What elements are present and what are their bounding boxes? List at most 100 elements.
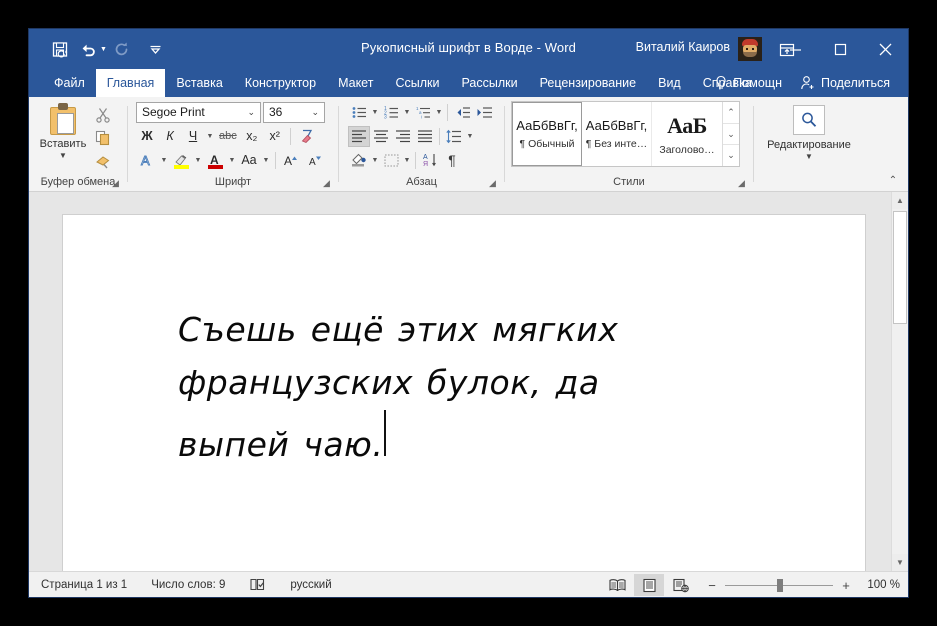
- bold-button[interactable]: Ж: [136, 126, 158, 147]
- zoom-thumb[interactable]: [777, 578, 783, 592]
- status-page[interactable]: Страница 1 из 1: [29, 579, 139, 591]
- tab-home[interactable]: Главная: [95, 69, 166, 97]
- justify-icon[interactable]: [414, 126, 436, 147]
- account-name[interactable]: Виталий Каиров: [636, 40, 730, 54]
- chevron-down-icon[interactable]: ⌄: [244, 107, 258, 118]
- paragraph-dialog-launcher[interactable]: ◢: [489, 178, 500, 189]
- document-page[interactable]: Съешь ещё этих мягких французских булок,…: [62, 214, 866, 571]
- paste-button[interactable]: Вставить ▼: [35, 101, 91, 160]
- tab-review[interactable]: Рецензирование: [529, 69, 648, 97]
- customize-qat-icon[interactable]: [143, 36, 169, 62]
- underline-button[interactable]: Ч: [182, 126, 204, 147]
- change-case-dropdown-icon[interactable]: ▼: [261, 157, 271, 164]
- align-right-icon[interactable]: [392, 126, 414, 147]
- subscript-button[interactable]: x₂: [241, 126, 263, 147]
- highlight-dropdown-icon[interactable]: ▼: [193, 157, 203, 164]
- shrink-font-icon[interactable]: A: [304, 150, 327, 171]
- document-text[interactable]: Съешь ещё этих мягких французских булок,…: [178, 303, 825, 471]
- superscript-button[interactable]: x²: [264, 126, 286, 147]
- multilevel-dropdown-icon[interactable]: ▼: [434, 109, 444, 116]
- style-item-heading1[interactable]: АаБ Заголово…: [652, 102, 722, 166]
- font-dialog-launcher[interactable]: ◢: [323, 178, 334, 189]
- tab-layout[interactable]: Макет: [327, 69, 384, 97]
- vertical-scrollbar[interactable]: ▲ ▼: [891, 192, 908, 571]
- font-name-combo[interactable]: Segoe Print ⌄: [136, 101, 261, 123]
- tab-view[interactable]: Вид: [647, 69, 692, 97]
- numbering-icon[interactable]: 1 2 3: [380, 102, 402, 123]
- borders-dropdown-icon[interactable]: ▼: [402, 157, 412, 164]
- font-color-icon[interactable]: A: [204, 150, 226, 171]
- shading-dropdown-icon[interactable]: ▼: [370, 157, 380, 164]
- save-icon[interactable]: [47, 36, 73, 62]
- tab-design[interactable]: Конструктор: [234, 69, 327, 97]
- tab-file[interactable]: Файл: [43, 69, 96, 97]
- font-color-dropdown-icon[interactable]: ▼: [227, 157, 237, 164]
- style-item-normal[interactable]: АаБбВвГг, ¶ Обычный: [512, 102, 582, 166]
- change-case-button[interactable]: Aa: [238, 150, 260, 171]
- status-language[interactable]: русский: [278, 579, 343, 591]
- zoom-track[interactable]: [725, 578, 833, 592]
- styles-scroll-up-icon[interactable]: ⌃: [723, 102, 739, 124]
- text-effects-dropdown-icon[interactable]: ▼: [159, 157, 169, 164]
- sort-icon[interactable]: А Я: [419, 150, 441, 171]
- undo-dropdown-icon[interactable]: ▼: [100, 46, 107, 53]
- show-formatting-marks-icon[interactable]: ¶: [441, 150, 463, 171]
- tab-references[interactable]: Ссылки: [384, 69, 450, 97]
- minimize-button[interactable]: [773, 29, 818, 69]
- tell-me-search[interactable]: Помощн: [706, 75, 790, 91]
- undo-icon[interactable]: [75, 36, 101, 62]
- line-spacing-icon[interactable]: [443, 126, 465, 147]
- avatar[interactable]: [738, 37, 762, 61]
- scroll-down-icon[interactable]: ▼: [892, 554, 908, 571]
- clipboard-dialog-launcher[interactable]: ◢: [112, 178, 123, 189]
- maximize-button[interactable]: [818, 29, 863, 69]
- paste-dropdown-icon[interactable]: ▼: [59, 152, 67, 160]
- highlight-color-icon[interactable]: [170, 150, 192, 171]
- strikethrough-button[interactable]: abc: [216, 126, 240, 147]
- scroll-up-icon[interactable]: ▲: [892, 192, 908, 209]
- read-mode-view-icon[interactable]: [602, 574, 632, 596]
- styles-dialog-launcher[interactable]: ◢: [738, 178, 749, 189]
- align-left-icon[interactable]: [348, 125, 370, 147]
- zoom-out-button[interactable]: −: [706, 578, 718, 593]
- multilevel-list-icon[interactable]: 1 a i: [412, 102, 434, 123]
- zoom-slider[interactable]: − +: [706, 578, 852, 593]
- format-painter-icon[interactable]: [91, 150, 115, 172]
- borders-icon[interactable]: [380, 150, 402, 171]
- numbering-dropdown-icon[interactable]: ▼: [402, 109, 412, 116]
- increase-indent-icon[interactable]: [473, 102, 495, 123]
- svg-text:3: 3: [384, 114, 387, 119]
- scrollbar-thumb[interactable]: [893, 211, 907, 324]
- share-button[interactable]: Поделиться: [792, 75, 898, 91]
- italic-button[interactable]: К: [159, 126, 181, 147]
- decrease-indent-icon[interactable]: [451, 102, 473, 123]
- grow-font-icon[interactable]: A: [280, 150, 303, 171]
- zoom-level[interactable]: 100 %: [860, 579, 900, 591]
- line-spacing-dropdown-icon[interactable]: ▼: [465, 133, 475, 140]
- tab-insert[interactable]: Вставка: [165, 69, 233, 97]
- clear-formatting-icon[interactable]: [295, 126, 318, 147]
- styles-scroll-down-icon[interactable]: ⌄: [723, 124, 739, 146]
- editing-button[interactable]: Редактирование ▼: [760, 101, 858, 161]
- print-layout-view-icon[interactable]: [634, 574, 664, 596]
- underline-dropdown-icon[interactable]: ▼: [205, 133, 215, 140]
- bullets-dropdown-icon[interactable]: ▼: [370, 109, 380, 116]
- align-center-icon[interactable]: [370, 126, 392, 147]
- close-button[interactable]: [863, 29, 908, 69]
- shading-icon[interactable]: [348, 150, 370, 171]
- copy-icon[interactable]: [91, 127, 115, 149]
- styles-more-icon[interactable]: ⌄: [723, 145, 739, 166]
- bullets-icon[interactable]: [348, 102, 370, 123]
- editing-dropdown-icon[interactable]: ▼: [805, 153, 813, 161]
- font-size-combo[interactable]: 36 ⌄: [263, 101, 325, 123]
- cut-icon[interactable]: [91, 104, 115, 126]
- zoom-in-button[interactable]: +: [840, 578, 852, 593]
- chevron-down-icon[interactable]: ⌄: [308, 107, 322, 118]
- text-effects-icon[interactable]: A: [136, 150, 158, 171]
- collapse-ribbon-icon[interactable]: ⌃: [884, 172, 902, 188]
- proofing-icon[interactable]: [237, 577, 278, 592]
- tab-mailings[interactable]: Рассылки: [450, 69, 528, 97]
- status-word-count[interactable]: Число слов: 9: [139, 579, 237, 591]
- web-layout-view-icon[interactable]: [666, 574, 696, 596]
- style-item-no-spacing[interactable]: АаБбВвГг, ¶ Без инте…: [582, 102, 652, 166]
